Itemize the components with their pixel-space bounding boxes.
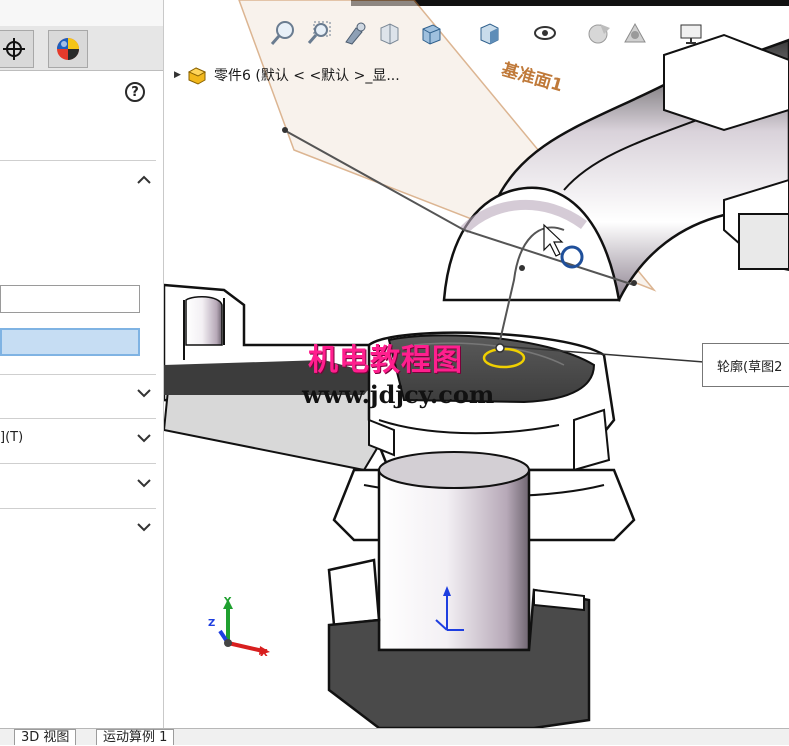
view-settings-icon[interactable] xyxy=(676,18,706,48)
crosshair-icon xyxy=(3,38,25,60)
previous-view-icon[interactable] xyxy=(340,18,370,48)
bottom-tab-bar: 3D 视图 运动算例 1 xyxy=(0,728,789,745)
chevron-down-icon[interactable] xyxy=(134,428,154,448)
zoom-to-fit-icon[interactable] xyxy=(268,18,298,48)
color-ball-icon xyxy=(57,38,79,60)
tab-display-manager[interactable] xyxy=(48,30,88,68)
divider xyxy=(0,508,156,509)
divider xyxy=(0,160,156,161)
divider xyxy=(0,374,156,375)
part-icon xyxy=(187,67,207,85)
expand-arrow-icon[interactable]: ▶ xyxy=(174,70,186,80)
apply-scene-icon[interactable] xyxy=(620,18,650,48)
hide-show-icon[interactable] xyxy=(530,18,560,48)
zoom-area-icon[interactable] xyxy=(304,18,334,48)
divider xyxy=(0,463,156,464)
chevron-down-icon[interactable] xyxy=(134,517,154,537)
triad-y-label: Y xyxy=(224,596,232,607)
divider xyxy=(0,418,156,419)
view-orientation-icon[interactable] xyxy=(416,18,446,48)
chevron-up-icon[interactable] xyxy=(134,170,154,190)
option-label: ](T) xyxy=(0,430,24,445)
triad-x-label: X xyxy=(260,648,268,659)
display-style-icon[interactable] xyxy=(474,18,504,48)
tab-3d-view[interactable]: 3D 视图 xyxy=(14,729,77,745)
property-manager-panel: ? ](T) xyxy=(0,0,164,744)
tab-dimxpert[interactable] xyxy=(0,30,34,68)
chevron-down-icon[interactable] xyxy=(134,473,154,493)
feature-tree-root[interactable]: ▶ 零件6 (默认 < <默认 >_显... xyxy=(174,62,400,88)
graphics-viewport[interactable]: ▶ 零件6 (默认 < <默认 >_显... 基准面1 机电教程图 www.jd… xyxy=(164,0,789,728)
selection-field[interactable] xyxy=(0,285,140,313)
sketch-callout[interactable]: 轮廓(草图2 xyxy=(702,343,789,387)
part-name-label: 零件6 (默认 < <默认 >_显... xyxy=(214,68,400,84)
sketch-callout-label: 轮廓(草图2 xyxy=(717,360,783,375)
tab-motion-study[interactable]: 运动算例 1 xyxy=(96,729,175,745)
edit-appearance-icon[interactable] xyxy=(584,18,614,48)
watermark-url: www.jdjcy.com xyxy=(302,380,495,409)
help-icon[interactable]: ? xyxy=(125,82,145,102)
watermark-chinese: 机电教程图 xyxy=(308,343,463,378)
section-view-icon[interactable] xyxy=(374,18,404,48)
panel-header-strip xyxy=(0,0,163,27)
triad-z-label: Z xyxy=(208,618,216,629)
chevron-down-icon[interactable] xyxy=(134,383,154,403)
selection-field-active[interactable] xyxy=(0,328,140,356)
